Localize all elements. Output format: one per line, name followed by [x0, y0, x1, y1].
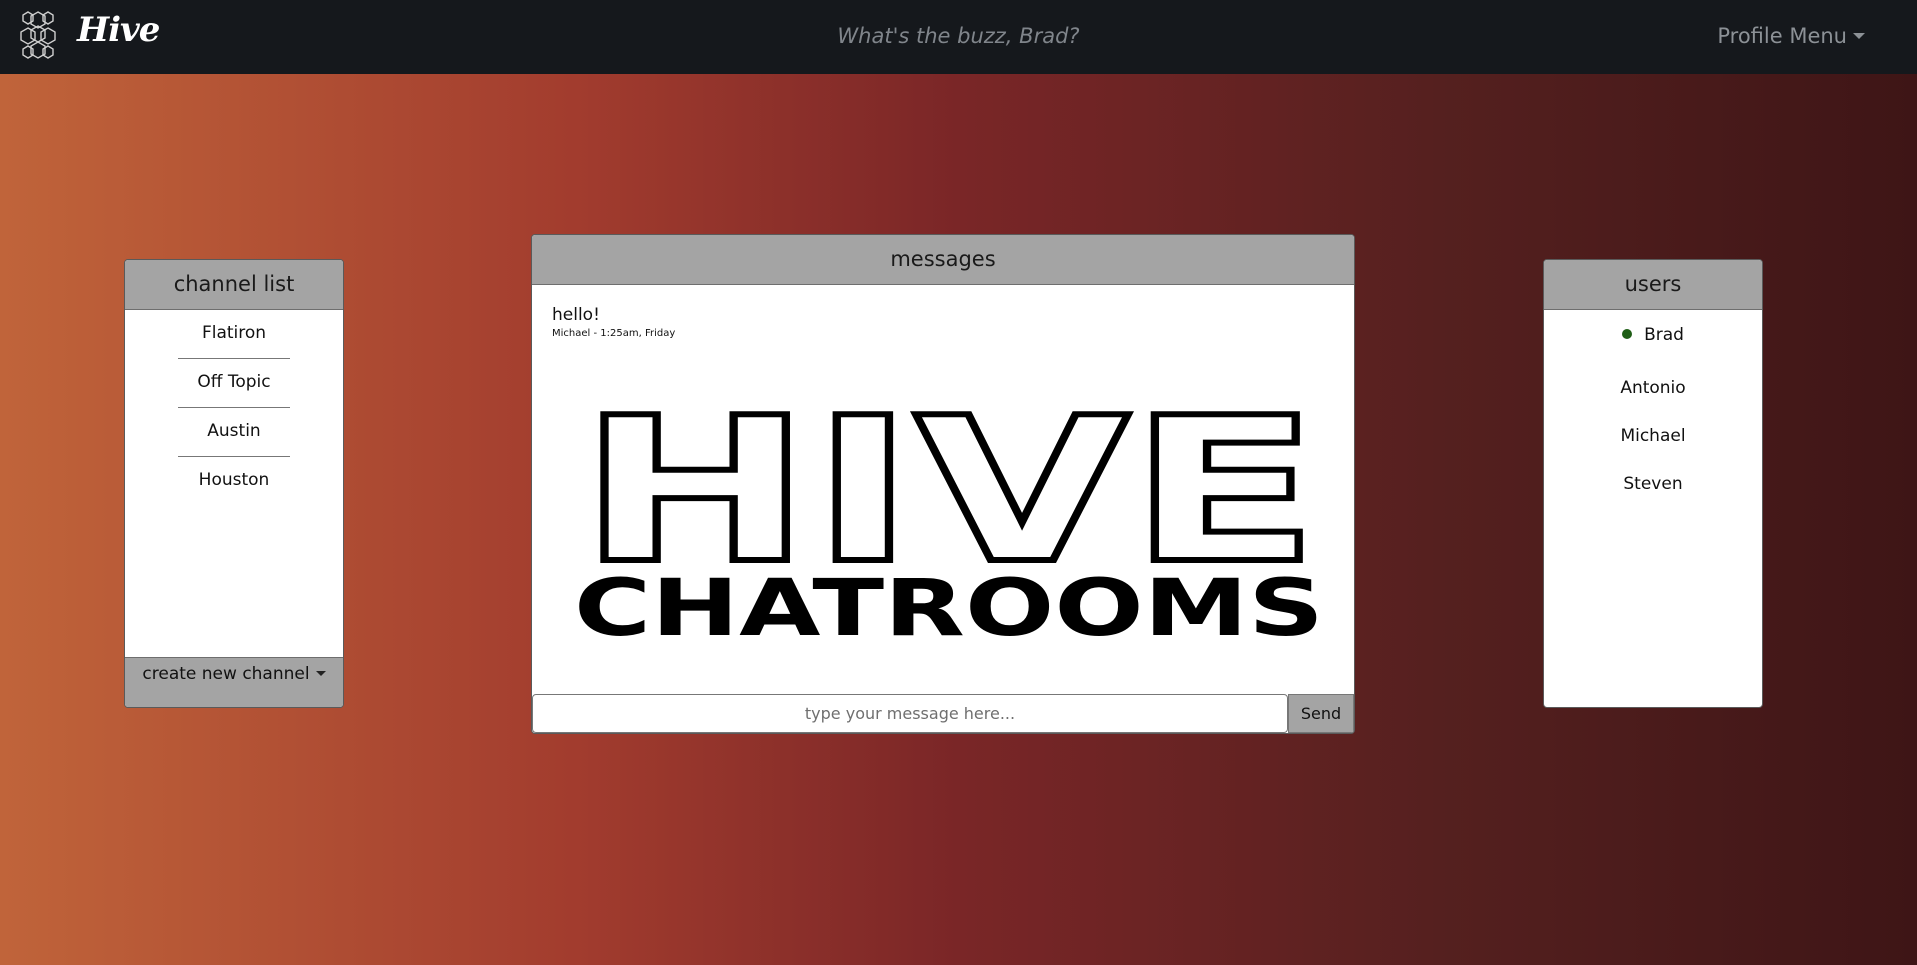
user-name: Michael [1620, 426, 1686, 446]
caret-down-icon [1853, 33, 1865, 39]
message-text: hello! [552, 305, 600, 325]
channel-item-off-topic[interactable]: Off Topic [178, 359, 290, 408]
create-channel-label: create new channel [142, 664, 310, 684]
navbar: Hive What's the buzz, Brad? Profile Menu [0, 0, 1917, 74]
users-panel: users Brad Antonio Michael Steven [1543, 259, 1763, 708]
message-input[interactable] [532, 694, 1288, 733]
user-name: Brad [1644, 325, 1684, 345]
user-name: Steven [1623, 474, 1683, 494]
message-meta: Michael - 1:25am, Friday [552, 328, 676, 339]
channel-list-panel: channel list Flatiron Off Topic Austin H… [124, 259, 344, 708]
navbar-tagline: What's the buzz, Brad? [837, 24, 1080, 48]
message-item: hello! Michael - 1:25am, Friday [552, 305, 675, 339]
online-dot-icon [1622, 329, 1633, 339]
channel-item-houston[interactable]: Houston [178, 457, 290, 505]
send-button[interactable]: Send [1288, 694, 1354, 733]
users-title: users [1544, 260, 1762, 310]
user-item-steven[interactable]: Steven [1544, 460, 1762, 508]
honeycomb-icon[interactable] [14, 10, 62, 60]
channel-item-austin[interactable]: Austin [178, 408, 290, 457]
channel-list: Flatiron Off Topic Austin Houston [125, 310, 343, 505]
user-item-brad[interactable]: Brad [1544, 310, 1762, 364]
hive-chatrooms-logo: HIVE CHATROOMS [574, 395, 1324, 645]
user-list: Brad Antonio Michael Steven [1544, 310, 1762, 508]
caret-down-icon [315, 671, 326, 676]
brand-logo-text[interactable]: Hive [77, 10, 160, 50]
user-item-michael[interactable]: Michael [1544, 412, 1762, 460]
messages-panel: messages hello! Michael - 1:25am, Friday… [531, 234, 1355, 734]
user-name: Antonio [1620, 378, 1686, 398]
create-channel-button[interactable]: create new channel [125, 657, 343, 707]
channel-list-title: channel list [125, 260, 343, 310]
profile-menu-label: Profile Menu [1717, 24, 1847, 48]
user-item-antonio[interactable]: Antonio [1544, 364, 1762, 412]
messages-title: messages [532, 235, 1354, 285]
profile-menu-dropdown[interactable]: Profile Menu [1717, 24, 1865, 48]
logo-line-chatrooms: CHATROOMS [574, 564, 1324, 645]
channel-item-flatiron[interactable]: Flatiron [178, 310, 290, 359]
